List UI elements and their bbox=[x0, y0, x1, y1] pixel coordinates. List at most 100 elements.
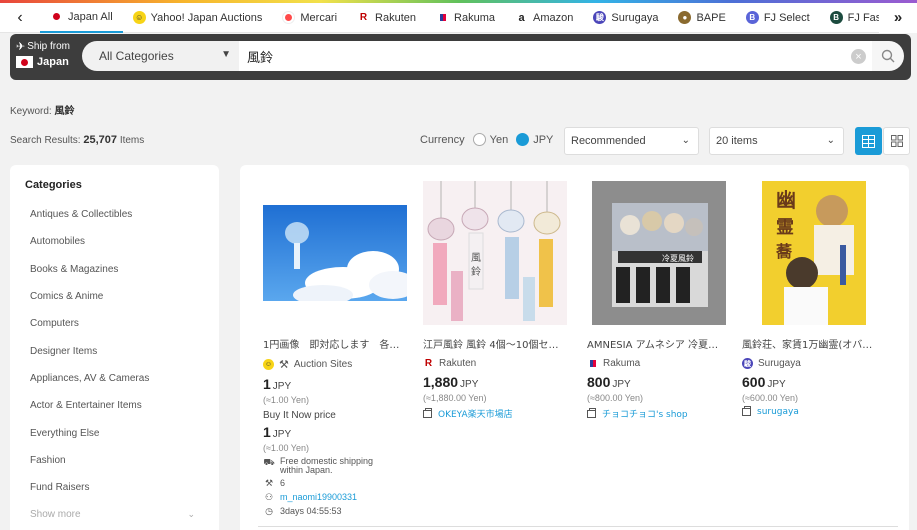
product-image[interactable]: 幽 霊 蕎 bbox=[742, 181, 886, 325]
japan-flag-icon bbox=[50, 10, 63, 23]
large-grid-view-button[interactable] bbox=[883, 127, 910, 155]
tabs-scroll-left-button[interactable]: ‹ bbox=[0, 3, 40, 33]
currency-radio-yen[interactable] bbox=[472, 133, 486, 146]
search-input[interactable] bbox=[239, 41, 872, 71]
currency-selector: Currency Yen JPY bbox=[420, 133, 554, 146]
product-price: 1,880 JPY bbox=[423, 374, 479, 390]
sidebar-item-books[interactable]: Books & Magazines bbox=[25, 256, 219, 283]
glass-wind-chimes-image: 風 鈴 bbox=[423, 181, 567, 325]
surugaya-icon: 駿 bbox=[742, 358, 753, 369]
bape-icon: ● bbox=[678, 11, 692, 24]
product-title[interactable]: 1円画像 即対応します 各自… bbox=[263, 336, 403, 351]
svg-text:鈴: 鈴 bbox=[471, 265, 481, 278]
product-source: ☺ ⚒ Auction Sites bbox=[263, 359, 353, 371]
amazon-icon: a bbox=[515, 11, 528, 24]
product-title[interactable]: 江戸風鈴 風鈴 4個〜10個セッ… bbox=[423, 336, 563, 351]
product-card: 風 鈴 江戸風鈴 風鈴 4個〜10個セッ… R Rakuten 1,880 JPY… bbox=[423, 181, 573, 420]
product-source: Rakuma bbox=[587, 358, 737, 369]
product-image[interactable]: 風 鈴 bbox=[423, 181, 567, 325]
chevron-down-icon: ▼ bbox=[221, 49, 231, 60]
grid-view-button[interactable] bbox=[855, 127, 882, 155]
items-per-page-dropdown[interactable]: 20 items ⌄ bbox=[709, 127, 844, 155]
bid-count: ⚒ 6 bbox=[264, 478, 286, 488]
surugaya-icon: 駿 bbox=[593, 11, 607, 24]
time-left: ◷ 3days 04:55:53 bbox=[263, 506, 413, 517]
divider bbox=[258, 526, 898, 527]
product-price-approx: (≈1,880.00 Yen) bbox=[423, 393, 487, 403]
tab-surugaya[interactable]: 駿 Surugaya bbox=[583, 3, 668, 33]
user-icon: ⚇ bbox=[264, 492, 274, 502]
product-grid: 1円画像 即対応します 各自… ☺ ⚒ Auction Sites 1 JPY (… bbox=[240, 165, 909, 530]
fj-select-icon: B bbox=[745, 11, 759, 24]
sidebar-item-antiques[interactable]: Antiques & Collectibles bbox=[25, 201, 219, 228]
keyword-display: Keyword: 風鈴 bbox=[10, 106, 75, 117]
product-title[interactable]: 風鈴荘、家賃1万幽霊(オバケ)… bbox=[742, 336, 882, 351]
svg-text:幽: 幽 bbox=[776, 188, 796, 212]
tab-japan-all[interactable]: Japan All bbox=[40, 3, 123, 33]
japan-flag-icon bbox=[16, 56, 33, 68]
mercari-icon bbox=[282, 11, 296, 24]
tabs-scroll-right-button[interactable]: » bbox=[879, 2, 917, 33]
manga-cover-image: 幽 霊 蕎 bbox=[762, 181, 866, 325]
product-card: 冷夏風鈴 AMNESIA アムネシア 冷夏風… Rakuma 800 JPY (≈… bbox=[587, 181, 737, 420]
seller-link[interactable]: m_naomi19900331 bbox=[280, 492, 357, 502]
sort-dropdown[interactable]: Recommended ⌄ bbox=[564, 127, 699, 155]
yahoo-auctions-icon: ☺ bbox=[263, 359, 274, 370]
sidebar-item-actor[interactable]: Actor & Entertainer Items bbox=[25, 392, 219, 419]
search-icon bbox=[881, 49, 895, 63]
tab-rakuten[interactable]: R Rakuten bbox=[347, 3, 426, 33]
search-button[interactable] bbox=[872, 41, 904, 71]
currency-radio-jpy[interactable] bbox=[516, 133, 530, 146]
tab-fj-select[interactable]: B FJ Select bbox=[736, 3, 820, 33]
sidebar-item-fashion[interactable]: Fashion bbox=[25, 447, 219, 474]
shop-link[interactable]: チョコチョコ's shop bbox=[587, 407, 737, 420]
sidebar-item-appliances[interactable]: Appliances, AV & Cameras bbox=[25, 365, 219, 392]
sidebar-item-computers[interactable]: Computers bbox=[25, 310, 219, 337]
svg-text:霊: 霊 bbox=[776, 217, 794, 238]
tab-yahoo-auctions[interactable]: ☺ Yahoo! Japan Auctions bbox=[123, 3, 273, 33]
chevron-down-icon: ⌄ bbox=[826, 135, 835, 146]
rakuma-icon bbox=[587, 358, 598, 369]
search-results-count: Search Results: 25,707 Items bbox=[10, 134, 145, 146]
product-title[interactable]: AMNESIA アムネシア 冷夏風… bbox=[587, 336, 727, 351]
shop-link[interactable]: OKEYA楽天市場店 bbox=[423, 407, 573, 420]
clock-icon: ◷ bbox=[265, 506, 273, 516]
categories-sidebar: Categories Antiques & Collectibles Autom… bbox=[10, 165, 219, 530]
product-image[interactable]: 冷夏風鈴 bbox=[587, 181, 731, 325]
marketplace-tabs: ‹ Japan All ☺ Yahoo! Japan Auctions Merc… bbox=[0, 2, 917, 33]
ship-from-selector[interactable]: ✈ Ship from Japan bbox=[16, 40, 82, 74]
sidebar-item-everything-else[interactable]: Everything Else bbox=[25, 419, 219, 446]
chevron-down-icon: ⌄ bbox=[681, 135, 690, 146]
yahoo-auctions-icon: ☺ bbox=[132, 11, 146, 24]
sidebar-item-comics[interactable]: Comics & Anime bbox=[25, 283, 219, 310]
search-bar: ✈Ship from Japan All Categories ▼ × bbox=[10, 34, 911, 80]
rakuma-icon bbox=[436, 11, 450, 24]
fj-fashion-icon: B bbox=[829, 11, 843, 24]
product-price: 1 JPY bbox=[263, 376, 292, 392]
tab-amazon[interactable]: a Amazon bbox=[505, 3, 583, 33]
tab-mercari[interactable]: Mercari bbox=[272, 3, 347, 33]
svg-text:風: 風 bbox=[471, 252, 481, 264]
clear-search-button[interactable]: × bbox=[851, 49, 866, 64]
sidebar-item-fund-raisers[interactable]: Fund Raisers bbox=[25, 474, 219, 501]
gavel-icon: ⚒ bbox=[264, 478, 274, 488]
product-image[interactable] bbox=[263, 181, 407, 325]
tab-bape[interactable]: ● BAPE bbox=[668, 3, 735, 33]
tab-rakuma[interactable]: Rakuma bbox=[426, 3, 505, 33]
store-icon bbox=[587, 407, 596, 418]
anime-figure-box-image: 冷夏風鈴 bbox=[592, 181, 726, 325]
category-dropdown[interactable]: All Categories ▼ bbox=[82, 41, 239, 71]
sidebar-item-designer[interactable]: Designer Items bbox=[25, 337, 219, 364]
shop-link[interactable]: surugaya bbox=[742, 406, 892, 417]
grid-view-icon bbox=[862, 134, 875, 148]
sidebar-title: Categories bbox=[25, 179, 82, 191]
product-price-approx: (≈1.00 Yen) bbox=[263, 395, 309, 405]
rakuten-icon: R bbox=[357, 11, 371, 24]
rakuten-icon: R bbox=[424, 358, 433, 369]
buy-it-now-price: 1 JPY bbox=[263, 424, 292, 440]
sidebar-item-automobiles[interactable]: Automobiles bbox=[25, 228, 219, 255]
truck-icon: ⛟ bbox=[263, 457, 275, 467]
buy-it-now-approx: (≈1.00 Yen) bbox=[263, 443, 309, 453]
show-more-button[interactable]: Show more ⌄ bbox=[25, 501, 195, 528]
product-price: 800 JPY bbox=[587, 374, 631, 390]
